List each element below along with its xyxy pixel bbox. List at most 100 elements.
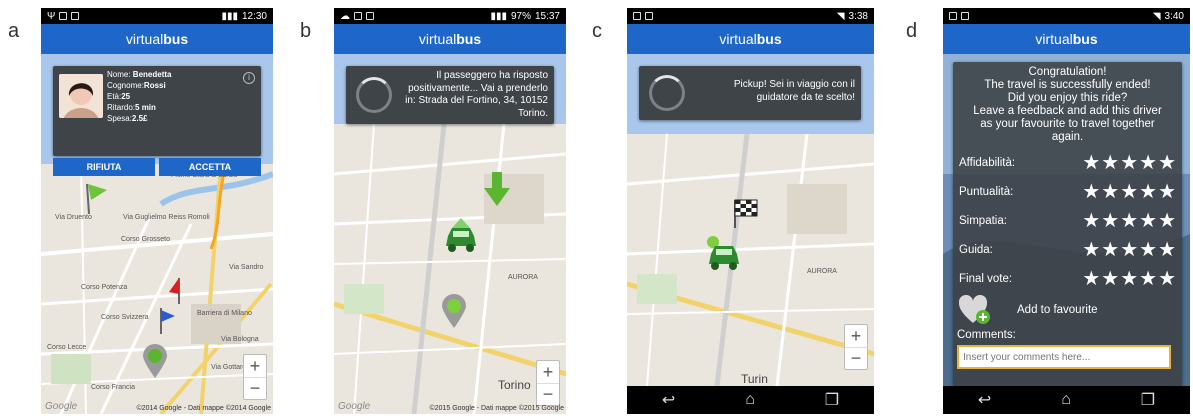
comments-input[interactable] (957, 345, 1171, 369)
app-title-prefix: virtual (719, 31, 757, 47)
star-icon[interactable]: ★ (1158, 182, 1176, 202)
app-bar: virtual bus (41, 24, 273, 54)
rating-row: Guida: ★ ★ ★ ★ ★ (953, 235, 1182, 264)
status-time: 15:37 (534, 10, 560, 22)
map-city-label: Turin (741, 372, 768, 386)
star-rating[interactable]: ★ ★ ★ ★ ★ (1082, 182, 1176, 202)
status-time: 3:40 (1164, 10, 1184, 22)
recents-icon[interactable]: ❐ (1141, 390, 1155, 410)
rating-row: Simpatia: ★ ★ ★ ★ ★ (953, 206, 1182, 235)
rating-label: Simpatia: (959, 214, 1007, 227)
flag-red-icon[interactable] (165, 276, 189, 306)
star-icon[interactable]: ★ (1082, 211, 1100, 231)
reject-button[interactable]: RIFIUTA (53, 158, 155, 176)
zoom-controls: + − (844, 324, 868, 370)
home-icon[interactable]: ⌂ (745, 391, 755, 409)
rating-row: Affidabilità: ★ ★ ★ ★ ★ (953, 148, 1182, 177)
wifi-icon: ◥ (1152, 10, 1161, 22)
star-icon[interactable]: ★ (1082, 182, 1100, 202)
flag-green-icon[interactable] (79, 180, 109, 216)
panel-letter-d: d (906, 20, 918, 42)
zoom-in-button[interactable]: + (244, 355, 266, 377)
signal-icon: ▮▮▮ (490, 10, 507, 22)
star-icon[interactable]: ★ (1139, 182, 1157, 202)
back-icon[interactable]: ↩ (662, 390, 675, 410)
status-bar: Ψ ▮▮▮ 12:30 (41, 8, 273, 24)
flag-blue-icon[interactable] (151, 306, 177, 336)
status-message: Pickup! Sei in viaggio con il guidatore … (733, 79, 855, 103)
heart-plus-icon[interactable] (959, 295, 991, 325)
avatar (59, 74, 103, 118)
mail-icon (59, 12, 68, 20)
home-icon[interactable]: ⌂ (1061, 391, 1071, 409)
checkered-flag-icon (734, 199, 758, 228)
zoom-out-button[interactable]: − (244, 377, 266, 399)
car-icon[interactable] (705, 234, 745, 272)
map-label: Barriera di Milano (197, 310, 252, 317)
star-icon[interactable]: ★ (1101, 240, 1119, 260)
feedback-intro: Congratulation! The travel is successful… (953, 66, 1182, 144)
star-icon[interactable]: ★ (1120, 211, 1138, 231)
star-rating[interactable]: ★ ★ ★ ★ ★ (1082, 269, 1176, 289)
camera-icon (71, 12, 80, 20)
intro-line: Leave a feedback and add this driver (973, 105, 1162, 117)
zoom-in-button[interactable]: + (537, 361, 559, 383)
zoom-out-button[interactable]: − (537, 383, 559, 405)
star-icon[interactable]: ★ (1101, 182, 1119, 202)
map-label: Corso Grosseto (121, 236, 171, 243)
star-icon[interactable]: ★ (1139, 153, 1157, 173)
notification-icon (961, 12, 969, 20)
rating-label: Guida: (959, 243, 993, 256)
star-icon[interactable]: ★ (1158, 153, 1176, 173)
star-icon[interactable]: ★ (1101, 211, 1119, 231)
phone-screen-a: Ψ ▮▮▮12:30 virtualbus Fiume Stura di Lan… (41, 8, 273, 414)
nav-bar: ↩ ⌂ ❐ (627, 386, 874, 414)
name-value: Benedetta (132, 70, 172, 79)
star-icon[interactable]: ★ (1158, 269, 1176, 289)
ride-request-card: Nome: Benedetta Cognome:Rossi Età:25 Rit… (53, 66, 261, 176)
info-icon[interactable]: i (243, 72, 255, 84)
map-label: AURORA (807, 268, 837, 275)
location-pin-icon[interactable] (141, 344, 169, 380)
star-icon[interactable]: ★ (1082, 153, 1100, 173)
star-rating[interactable]: ★ ★ ★ ★ ★ (1082, 211, 1176, 231)
star-icon[interactable]: ★ (1082, 240, 1100, 260)
car-icon[interactable] (444, 218, 478, 256)
map-label: Corso Francia (91, 384, 135, 391)
battery-level: 97% (510, 10, 531, 22)
star-icon[interactable]: ★ (1139, 240, 1157, 260)
star-icon[interactable]: ★ (1120, 182, 1138, 202)
image-icon (633, 12, 641, 20)
star-icon[interactable]: ★ (1101, 269, 1119, 289)
zoom-out-button[interactable]: − (845, 347, 867, 369)
map-label: Corso Svizzera (101, 314, 149, 321)
star-rating[interactable]: ★ ★ ★ ★ ★ (1082, 240, 1176, 260)
accept-button[interactable]: ACCETTA (159, 158, 261, 176)
cost-value: 2.5£ (131, 114, 148, 123)
app-bar: virtual bus (627, 24, 874, 54)
star-icon[interactable]: ★ (1082, 269, 1100, 289)
zoom-in-button[interactable]: + (845, 325, 867, 347)
zoom-controls: + − (536, 360, 560, 406)
rating-row: Final vote: ★ ★ ★ ★ ★ (953, 264, 1182, 293)
star-icon[interactable]: ★ (1101, 153, 1119, 173)
congrats-heading: Congratulation! (1028, 66, 1107, 78)
rating-label: Affidabilità: (959, 156, 1016, 169)
star-icon[interactable]: ★ (1139, 211, 1157, 231)
star-icon[interactable]: ★ (1139, 269, 1157, 289)
star-icon[interactable]: ★ (1120, 269, 1138, 289)
back-icon[interactable]: ↩ (978, 390, 991, 410)
star-icon[interactable]: ★ (1120, 153, 1138, 173)
location-pin-icon[interactable] (440, 294, 468, 330)
status-bar: ☁ ▮▮▮ 97% 15:37 (334, 8, 566, 24)
star-icon[interactable]: ★ (1158, 240, 1176, 260)
map-label: Via Bologna (221, 336, 259, 343)
star-icon[interactable]: ★ (1120, 240, 1138, 260)
loading-spinner (356, 77, 392, 113)
map-label: Via Guglielmo Reiss Romoli (123, 214, 210, 221)
map-copyright: ©2015 Google - Dati mappe ©2015 Google (429, 405, 564, 412)
recents-icon[interactable]: ❐ (825, 390, 839, 410)
star-rating[interactable]: ★ ★ ★ ★ ★ (1082, 153, 1176, 173)
add-favourite-row[interactable]: Add to favourite (953, 293, 1182, 327)
star-icon[interactable]: ★ (1158, 211, 1176, 231)
